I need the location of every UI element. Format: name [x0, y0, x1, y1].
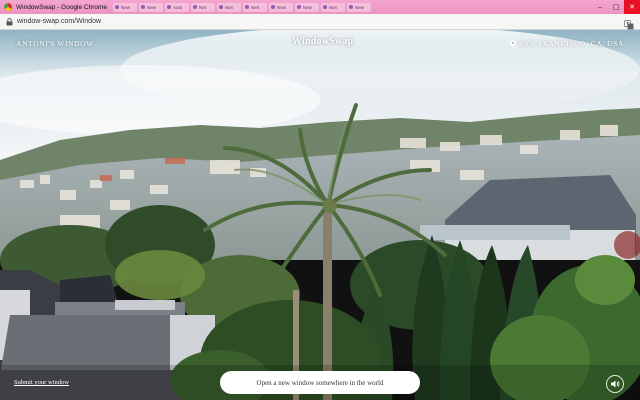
browser-tab[interactable]: Nen [321, 2, 346, 12]
map-pin-icon [510, 39, 516, 48]
window-title: WindowSwap - Google Chrome [16, 3, 108, 11]
tab-favicon-icon [349, 5, 354, 9]
window-owner-title: ANTONI'S WINDOW [16, 39, 94, 48]
maximize-button[interactable]: ▢ [608, 0, 624, 14]
browser-tab[interactable]: New [347, 2, 372, 12]
title-bar: WindowSwap - Google Chrome New New Auto … [0, 0, 640, 14]
speaker-icon [611, 380, 620, 388]
tab-strip: New New Auto Net Nen Nen New New Nen New [113, 2, 592, 12]
browser-window: WindowSwap - Google Chrome New New Auto … [0, 0, 640, 400]
browser-tab[interactable]: Nen [217, 2, 242, 12]
browser-tab[interactable]: Nen [243, 2, 268, 12]
page-content: ANTONI'S WINDOW WindowSwap SAN FRANCISCO… [0, 30, 640, 400]
browser-tab[interactable]: Net [191, 2, 216, 12]
browser-tab[interactable]: New [139, 2, 164, 12]
browser-tab[interactable]: New [269, 2, 294, 12]
tab-favicon-icon [115, 5, 120, 9]
tab-favicon-icon [271, 5, 276, 9]
tab-favicon-icon [167, 5, 172, 9]
tab-favicon-icon [141, 5, 146, 9]
tab-favicon-icon [297, 5, 302, 9]
translate-icon[interactable] [624, 17, 634, 29]
url-text[interactable]: window-swap.com/Window [17, 18, 624, 25]
open-new-window-button[interactable]: Open a new window somewhere in the world [220, 371, 420, 394]
window-controls: – ▢ ✕ [592, 0, 640, 14]
windowswap-logo[interactable]: WindowSwap [292, 36, 353, 47]
location-label: SAN FRANCISCO, CA, USA [518, 39, 624, 48]
close-button[interactable]: ✕ [624, 0, 640, 14]
address-bar[interactable]: window-swap.com/Window [0, 14, 640, 30]
tab-favicon-icon [245, 5, 250, 9]
submit-window-link[interactable]: Submit your window [14, 379, 69, 386]
window-location: SAN FRANCISCO, CA, USA [510, 39, 624, 48]
browser-tab[interactable]: New [295, 2, 320, 12]
minimize-button[interactable]: – [592, 0, 608, 14]
tab-favicon-icon [323, 5, 328, 9]
chrome-icon [4, 3, 12, 11]
tab-favicon-icon [219, 5, 224, 9]
tab-favicon-icon [193, 5, 198, 9]
window-view-image [0, 30, 640, 400]
sound-toggle-button[interactable] [606, 375, 624, 393]
browser-tab[interactable]: New [113, 2, 138, 12]
browser-tab[interactable]: Auto [165, 2, 190, 12]
lock-icon[interactable] [5, 17, 13, 26]
